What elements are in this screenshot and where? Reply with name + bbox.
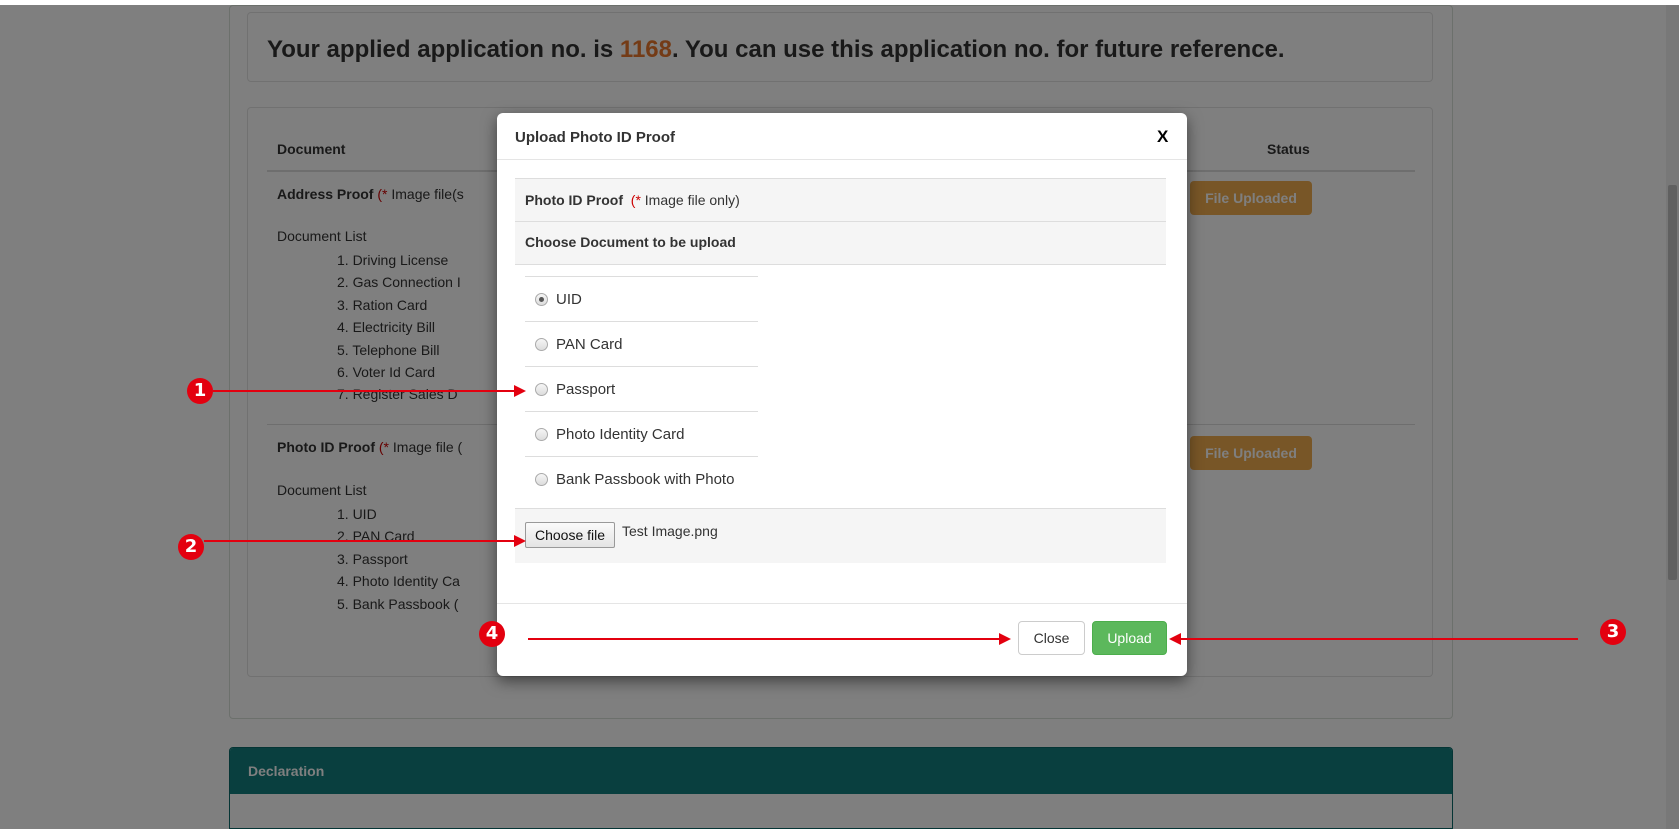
proof-note: Image file only) xyxy=(640,192,740,208)
radio-label: Bank Passbook with Photo xyxy=(556,470,735,488)
radio-button[interactable] xyxy=(535,292,548,306)
annotation-marker-4: 4 xyxy=(479,621,505,647)
radio-label: Passport xyxy=(556,380,616,398)
radio-option-pan-card[interactable]: PAN Card xyxy=(525,321,758,366)
upload-photo-id-modal: Upload Photo ID Proof X Photo ID Proof (… xyxy=(497,113,1187,676)
annotation-arrowhead-1 xyxy=(514,385,526,397)
annotation-arrow-4 xyxy=(528,638,999,640)
radio-button[interactable] xyxy=(535,337,548,351)
annotation-marker-1: 1 xyxy=(187,378,213,404)
close-button[interactable]: Close xyxy=(1018,621,1085,655)
document-options-area: UID PAN Card Passport Photo Identity Car… xyxy=(515,265,1166,508)
modal-header: Upload Photo ID Proof X xyxy=(497,113,1187,160)
radio-label: UID xyxy=(556,290,582,308)
proof-note-star: (* xyxy=(630,192,641,208)
annotation-marker-3: 3 xyxy=(1600,619,1626,645)
choose-document-row: Choose Document to be upload xyxy=(515,222,1166,265)
annotation-arrowhead-2 xyxy=(514,535,526,547)
proof-type-title: Photo ID Proof xyxy=(525,192,623,208)
annotation-marker-2: 2 xyxy=(178,534,204,560)
radio-button[interactable] xyxy=(535,427,548,441)
selected-file-name: Test Image.png xyxy=(622,523,718,539)
radio-option-passport[interactable]: Passport xyxy=(525,366,758,411)
annotation-arrow-2 xyxy=(204,540,514,542)
radio-option-photo-identity-card[interactable]: Photo Identity Card xyxy=(525,411,758,456)
top-strip xyxy=(0,0,1679,5)
radio-button[interactable] xyxy=(535,382,548,396)
radio-button[interactable] xyxy=(535,472,548,486)
proof-type-label: Photo ID Proof (* Image file only) xyxy=(525,192,740,208)
modal-close-x-button[interactable]: X xyxy=(1157,127,1168,147)
modal-form: Photo ID Proof (* Image file only) Choos… xyxy=(515,178,1166,563)
radio-label: Photo Identity Card xyxy=(556,425,685,443)
upload-button[interactable]: Upload xyxy=(1092,621,1167,655)
radio-option-uid[interactable]: UID xyxy=(525,276,758,321)
annotation-arrowhead-4 xyxy=(999,633,1011,645)
annotation-arrow-1 xyxy=(213,390,514,392)
choose-document-heading: Choose Document to be upload xyxy=(525,234,736,250)
document-radio-list: UID PAN Card Passport Photo Identity Car… xyxy=(525,276,758,501)
choose-file-button[interactable]: Choose file xyxy=(525,522,616,548)
file-input-row: Choose file Test Image.png xyxy=(515,508,1166,563)
radio-option-bank-passbook[interactable]: Bank Passbook with Photo xyxy=(525,456,758,501)
radio-label: PAN Card xyxy=(556,335,623,353)
modal-title: Upload Photo ID Proof xyxy=(515,129,675,146)
annotation-arrow-3 xyxy=(1181,638,1578,640)
proof-type-row: Photo ID Proof (* Image file only) xyxy=(515,178,1166,222)
annotation-arrowhead-3 xyxy=(1169,633,1181,645)
